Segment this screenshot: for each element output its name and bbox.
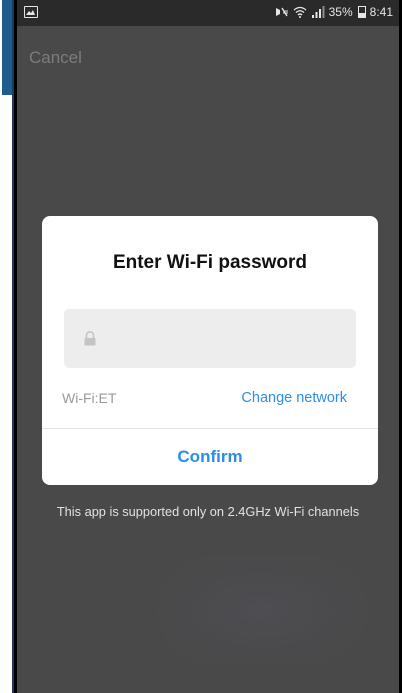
gallery-icon	[24, 6, 38, 18]
dialog-title: Enter Wi-Fi password	[112, 252, 308, 273]
left-edge-strip	[0, 0, 14, 693]
network-name: Wi-Fi:ET	[62, 390, 117, 406]
phone-screen: 35% 8:41 Cancel Enter Wi-Fi password Wi-…	[17, 0, 399, 693]
support-note: This app is supported only on 2.4GHz Wi-…	[56, 504, 360, 519]
lock-icon	[84, 331, 96, 346]
background-artwork	[157, 555, 367, 665]
mute-vibrate-icon	[275, 7, 288, 17]
status-bar: 35% 8:41	[17, 0, 399, 26]
wifi-password-dialog: Enter Wi-Fi password Wi-Fi:ET Change net…	[42, 216, 378, 485]
battery-percent: 35%	[328, 5, 353, 19]
signal-icon	[311, 6, 325, 18]
cancel-button[interactable]: Cancel	[29, 48, 82, 68]
change-network-link[interactable]: Change network	[241, 390, 347, 406]
wifi-icon	[293, 6, 307, 18]
confirm-button[interactable]: Confirm	[42, 429, 378, 485]
battery-icon	[357, 6, 366, 18]
password-input[interactable]	[64, 309, 356, 368]
left-edge-accent	[2, 0, 12, 95]
clock: 8:41	[369, 5, 393, 19]
status-icons: 35% 8:41	[275, 5, 393, 19]
